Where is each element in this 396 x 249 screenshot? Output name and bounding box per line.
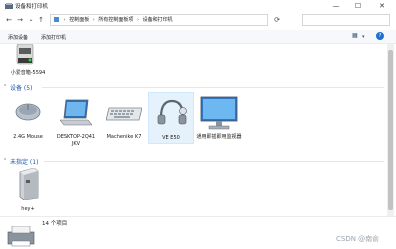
item-count: 14 个项目 bbox=[42, 221, 68, 227]
device-label: DESKTOP-2Q41 JKV bbox=[56, 134, 96, 147]
breadcrumb-separator: › bbox=[137, 17, 139, 23]
view-dropdown-icon[interactable]: ▾ bbox=[362, 34, 365, 40]
breadcrumb-separator: › bbox=[92, 17, 95, 23]
group-divider bbox=[42, 87, 384, 88]
mouse-icon bbox=[15, 103, 41, 121]
refresh-button[interactable]: ⟳ bbox=[272, 15, 282, 25]
device-label: 通用即插即用监视器 bbox=[196, 134, 242, 140]
close-button[interactable]: ✕ bbox=[374, 0, 390, 12]
printer-status-icon bbox=[7, 226, 35, 247]
group-header-devices[interactable]: 设备 (5) bbox=[10, 83, 32, 92]
device-item-selected[interactable]: VE E50 bbox=[148, 92, 194, 144]
device-label: VE E50 bbox=[162, 135, 180, 141]
device-label: Machenike K7 bbox=[106, 134, 142, 140]
breadcrumb-control-panel[interactable]: 控制面板 bbox=[69, 17, 89, 23]
generic-device-icon bbox=[19, 168, 39, 200]
control-panel-icon bbox=[54, 17, 59, 22]
window-title: 设备和打印机 bbox=[15, 4, 49, 10]
smart-speaker-icon[interactable] bbox=[14, 44, 36, 66]
device-item[interactable]: Machenike K7 bbox=[102, 96, 146, 142]
device-item[interactable]: 通用即插即用监视器 bbox=[196, 94, 242, 156]
breadcrumb-all-items[interactable]: 所有控制面板项 bbox=[98, 17, 133, 23]
breadcrumb-devices-printers[interactable]: 设备和打印机 bbox=[143, 17, 173, 23]
monitor-icon bbox=[200, 96, 238, 130]
recent-locations-button[interactable]: ⌄ bbox=[26, 15, 36, 25]
device-label: hey+ bbox=[21, 206, 35, 212]
device-label: 小爱音箱-5594 bbox=[10, 70, 46, 76]
laptop-icon bbox=[60, 99, 92, 126]
group-header-unspecified[interactable]: 未指定 (1) bbox=[10, 157, 38, 166]
device-item[interactable]: DESKTOP-2Q41 JKV bbox=[54, 96, 98, 150]
breadcrumb: › 控制面板 › 所有控制面板项 › 设备和打印机 bbox=[54, 16, 173, 23]
up-button[interactable]: ↑ bbox=[36, 15, 46, 25]
collapse-chevron-icon[interactable]: ⌃ bbox=[3, 84, 7, 90]
view-options-icon[interactable]: ▦ bbox=[352, 32, 358, 39]
collapse-chevron-icon[interactable]: ⌃ bbox=[3, 158, 7, 164]
add-device-button[interactable]: 添加设备 bbox=[8, 34, 28, 41]
maximize-button[interactable]: ☐ bbox=[350, 0, 366, 12]
minimize-button[interactable]: — bbox=[328, 0, 344, 12]
keyboard-icon bbox=[106, 107, 142, 121]
breadcrumb-root-separator: › bbox=[63, 17, 66, 23]
device-item[interactable]: hey+ bbox=[8, 168, 48, 216]
help-icon[interactable]: ? bbox=[376, 32, 384, 40]
device-item[interactable]: 2.4G Mouse bbox=[8, 96, 48, 142]
back-button[interactable]: ← bbox=[4, 15, 14, 25]
search-input[interactable] bbox=[302, 14, 390, 26]
scrollbar-thumb[interactable] bbox=[388, 50, 393, 210]
forward-button[interactable]: → bbox=[15, 15, 25, 25]
add-printer-button[interactable]: 添加打印机 bbox=[41, 34, 66, 41]
group-divider bbox=[44, 161, 384, 162]
device-label: 2.4G Mouse bbox=[13, 134, 43, 140]
headset-icon bbox=[157, 99, 187, 125]
devices-printers-icon bbox=[5, 3, 13, 9]
watermark: CSDN @南俞 bbox=[336, 235, 380, 243]
